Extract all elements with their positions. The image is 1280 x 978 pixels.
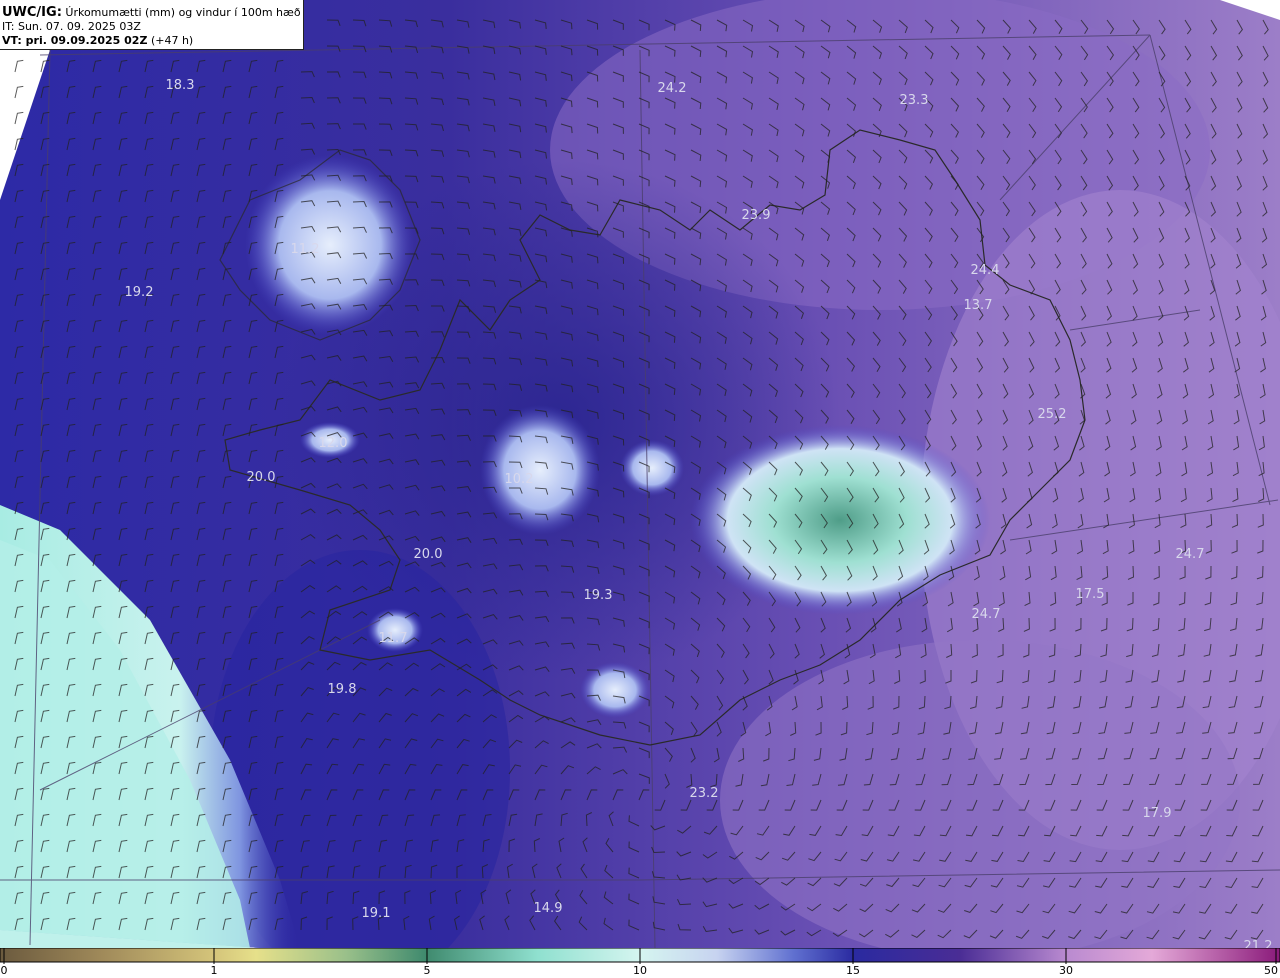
colorbar-tick-label: 15 [846, 964, 860, 977]
title-line: UWC/IG: Úrkomumætti (mm) og vindur í 100… [2, 6, 303, 20]
colorbar-canvas: 0 1 5 10 15 30 50 [0, 948, 1280, 977]
value-label: 23.3 [900, 93, 929, 108]
value-label: 13.7 [964, 298, 993, 313]
value-label: 17.5 [1076, 587, 1105, 602]
valid-time-line: VT: pri. 09.09.2025 02Z (+47 h) [2, 34, 303, 48]
title-box: UWC/IG: Úrkomumætti (mm) og vindur í 100… [0, 0, 304, 50]
colorbar-tick-label: 50 [1264, 964, 1278, 977]
value-label: 20.0 [414, 547, 443, 562]
value-label: 24.7 [972, 607, 1001, 622]
value-label: 12.0 [319, 436, 348, 451]
value-label: 19.1 [362, 906, 391, 921]
value-label: 23.2 [690, 786, 719, 801]
valid-time: VT: pri. 09.09.2025 02Z [2, 34, 148, 47]
value-label: 11.2 [291, 242, 320, 257]
colorbar-tick-label: 30 [1059, 964, 1073, 977]
value-label: 19.2 [125, 285, 154, 300]
map-title: Úrkomumætti (mm) og vindur í 100m hæð [65, 6, 301, 19]
value-label: 11.7 [379, 631, 408, 646]
init-time: IT: Sun. 07. 09. 2025 03Z [2, 20, 141, 33]
model-source: UWC/IG: [2, 5, 62, 20]
colorbar-tick-label: 1 [211, 964, 218, 977]
value-label: 21.2 [1244, 939, 1273, 948]
colorbar: 0 1 5 10 15 30 50 [0, 948, 1280, 978]
lead-time: (+47 h) [150, 34, 194, 47]
value-label: 24.2 [658, 81, 687, 96]
map-canvas: 18.3 24.2 23.3 23.9 11.2 19.2 24.4 13.7 … [0, 0, 1280, 978]
value-label: 17.9 [1143, 806, 1172, 821]
colorbar-tick-label: 5 [424, 964, 431, 977]
value-label: 14.9 [534, 901, 563, 916]
colorbar-tick-label: 10 [633, 964, 647, 977]
value-label: 25.2 [1038, 407, 1067, 422]
value-label: 18.3 [166, 78, 195, 93]
value-label: 24.7 [1176, 547, 1205, 562]
precipitation-wind-map: 18.3 24.2 23.3 23.9 11.2 19.2 24.4 13.7 … [0, 0, 1280, 978]
value-label: 19.3 [584, 588, 613, 603]
value-label: 10.2 [505, 472, 534, 487]
value-label: 24.4 [971, 263, 1000, 278]
value-label: 20.0 [247, 470, 276, 485]
colorbar-tick-label: 0 [1, 964, 8, 977]
value-label: 19.8 [328, 682, 357, 697]
value-label: 23.9 [742, 208, 771, 223]
